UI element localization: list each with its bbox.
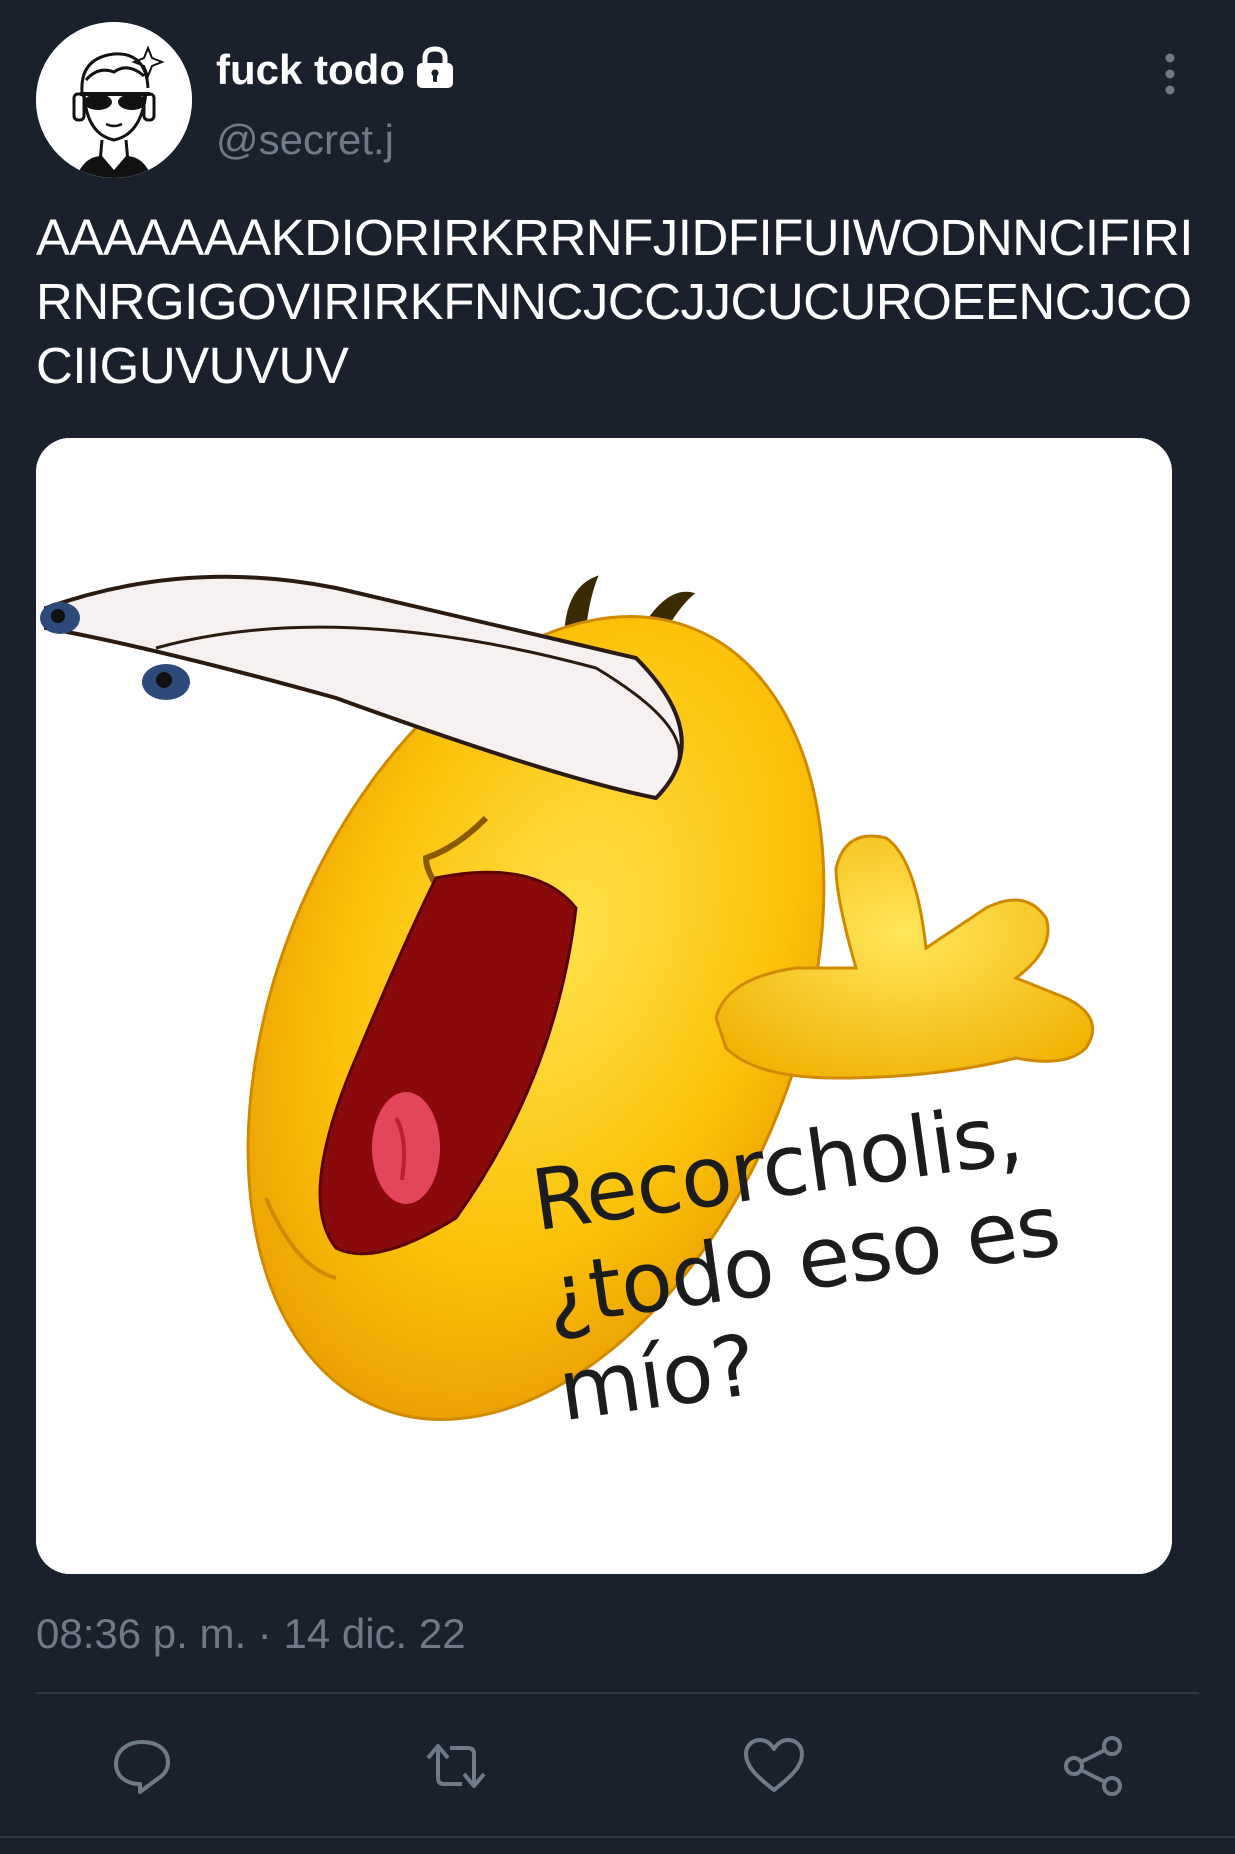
bottom-divider <box>0 1836 1235 1838</box>
lock-icon <box>412 44 458 90</box>
share-button[interactable] <box>1062 1734 1126 1798</box>
retweet-button[interactable] <box>424 1734 488 1798</box>
tweet-actions <box>0 1700 1235 1830</box>
divider <box>36 1692 1199 1694</box>
share-icon <box>1064 1736 1122 1796</box>
display-name[interactable]: fuck todo <box>216 44 405 96</box>
avatar[interactable] <box>36 22 192 178</box>
heart-icon <box>744 1738 804 1792</box>
like-button[interactable] <box>742 1734 806 1798</box>
tweet-header: fuck todo @secret.j <box>0 0 1235 190</box>
tweet-timestamp[interactable]: 08:36 p. m. · 14 dic. 22 <box>36 1608 466 1660</box>
tweet-media-image[interactable]: Recorcholis, ¿todo eso es mío? <box>36 438 1172 1574</box>
reply-icon <box>114 1740 170 1794</box>
more-vertical-icon[interactable] <box>1150 50 1190 100</box>
retweet-icon <box>426 1744 486 1788</box>
avatar-drawing <box>36 22 192 178</box>
user-handle[interactable]: @secret.j <box>216 114 394 166</box>
tweet-text: AAAAAAAKDIORIRKRRNFJIDFIFUIWODNNCIFIRIRN… <box>36 209 1193 394</box>
reply-button[interactable] <box>110 1734 174 1798</box>
